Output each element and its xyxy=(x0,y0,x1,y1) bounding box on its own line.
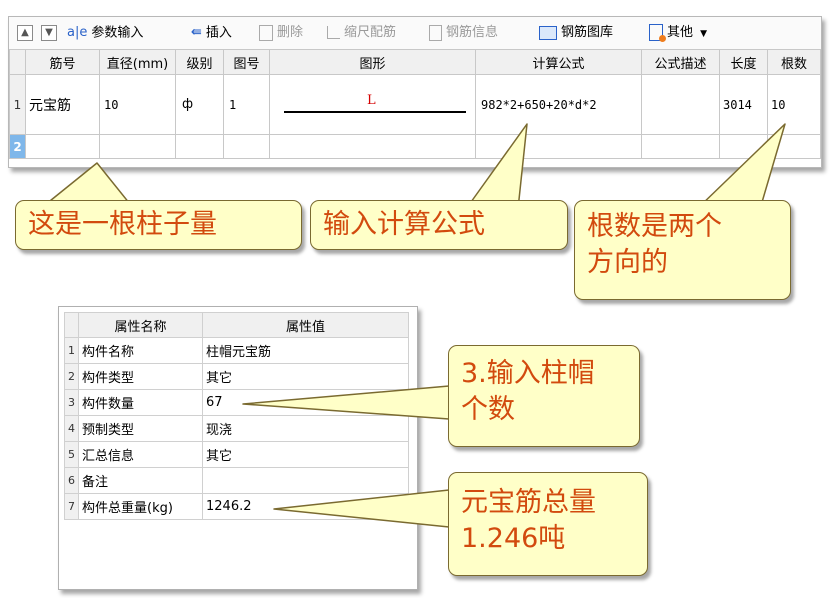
cap-count-callout: 3.输入柱帽 个数 xyxy=(448,345,640,447)
column-callout: 这是一根柱子量 xyxy=(15,200,302,250)
weight-callout-line: 元宝筋总量 xyxy=(461,487,596,518)
weight-callout-line: 1.246吨 xyxy=(461,523,566,554)
formula-callout-pointer xyxy=(465,123,528,210)
cap-callout-line: 个数 xyxy=(461,394,515,425)
count-callout-pointer xyxy=(696,123,786,210)
total-weight-callout: 元宝筋总量 1.246吨 xyxy=(448,472,648,576)
cap-callout-line: 3.输入柱帽 xyxy=(461,358,595,389)
count-callout-line: 根数是两个 xyxy=(587,211,722,242)
weight-callout-pointer xyxy=(273,489,450,528)
formula-callout-text: 输入计算公式 xyxy=(323,209,485,240)
count-callout-line: 方向的 xyxy=(587,247,668,278)
cap-callout-pointer xyxy=(242,385,450,420)
count-callout: 根数是两个 方向的 xyxy=(574,200,791,300)
formula-callout: 输入计算公式 xyxy=(310,200,568,250)
column-callout-text: 这是一根柱子量 xyxy=(28,209,217,240)
